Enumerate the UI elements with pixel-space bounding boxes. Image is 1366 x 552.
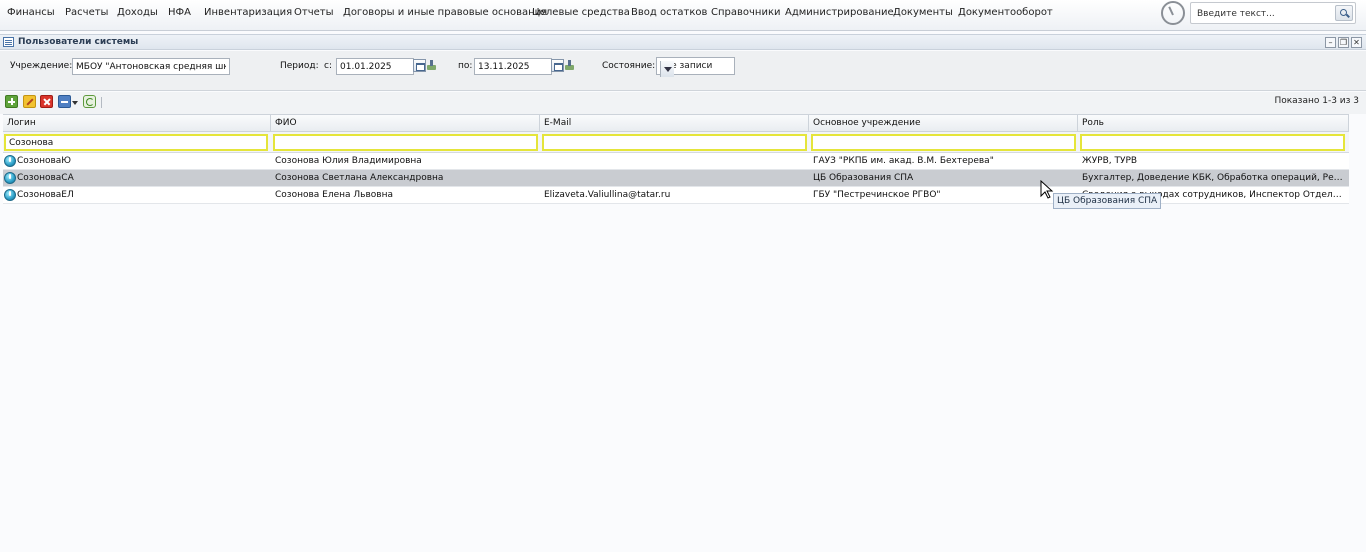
period-to-label: по: — [458, 61, 473, 71]
user-info-icon[interactable] — [4, 189, 16, 201]
cell-fio: Созонова Елена Львовна — [275, 190, 393, 200]
cell-institution: ЦБ Образования СПА — [813, 173, 914, 183]
period-to-field[interactable] — [474, 58, 552, 75]
minimize-button[interactable]: – — [1325, 37, 1336, 48]
cell-fio: Созонова Юлия Владимировна — [275, 156, 422, 166]
cell-institution: ГБУ "Пестречинское РГВО" — [813, 190, 941, 200]
cell-role: ЖУРВ, ТУРВ — [1082, 156, 1138, 166]
menu-item-documents[interactable]: Документы — [893, 7, 953, 18]
list-window-icon — [3, 37, 14, 47]
print-menu-caret-icon[interactable] — [72, 101, 78, 105]
filter-fio-input[interactable] — [273, 134, 538, 151]
cell-email: Elizaveta.Valiullina@tatar.ru — [544, 190, 671, 200]
refresh-icon[interactable] — [83, 95, 96, 108]
clear-date-icon[interactable] — [426, 59, 438, 72]
window-title-bar: Пользователи системы – ❐ ✕ — [0, 34, 1366, 50]
search-icon — [1340, 9, 1347, 16]
restore-button[interactable]: ❐ — [1338, 37, 1349, 48]
chevron-down-icon[interactable] — [660, 61, 674, 77]
menu-item-document-flow[interactable]: Документооборот — [958, 7, 1053, 18]
search-button[interactable] — [1335, 5, 1353, 21]
user-info-icon[interactable] — [4, 172, 16, 184]
menu-item-calculations[interactable]: Расчеты — [65, 7, 108, 18]
close-button[interactable]: ✕ — [1351, 37, 1362, 48]
period-from-label: с: — [324, 61, 332, 71]
column-header-email[interactable]: E-Mail — [540, 115, 809, 132]
period-from-field[interactable] — [336, 58, 414, 75]
state-select[interactable]: Все записи — [656, 57, 735, 77]
menu-item-income[interactable]: Доходы — [117, 7, 158, 18]
cell-fio: Созонова Светлана Александровна — [275, 173, 444, 183]
menu-item-directories[interactable]: Справочники — [711, 7, 781, 18]
filter-role-input[interactable] — [1080, 134, 1345, 151]
cell-login: СозоноваЮ — [17, 156, 72, 166]
column-header-role[interactable]: Роль — [1078, 115, 1349, 132]
clock-icon[interactable] — [1161, 1, 1185, 25]
column-header-institution[interactable]: Основное учреждение — [809, 115, 1078, 132]
window-title: Пользователи системы — [18, 37, 139, 47]
table-row[interactable]: СозоноваСА Созонова Светлана Александров… — [3, 170, 1349, 187]
menu-item-inventory[interactable]: Инвентаризация — [204, 7, 292, 18]
column-header-fio[interactable]: ФИО — [271, 115, 540, 132]
calendar-icon[interactable] — [413, 59, 426, 72]
user-info-icon[interactable] — [4, 155, 16, 167]
global-search — [1190, 2, 1356, 24]
records-count: Показано 1-3 из 3 — [1274, 96, 1359, 106]
period-label: Период: — [280, 61, 319, 71]
grid-toolbar: Показано 1-3 из 3 — [0, 92, 1366, 114]
institution-field[interactable] — [72, 58, 230, 75]
add-icon[interactable] — [5, 95, 18, 108]
menu-item-balances-input[interactable]: Ввод остатков — [631, 7, 707, 18]
cell-role: Бухгалтер, Доведение КБК, Обработка опер… — [1082, 173, 1346, 183]
search-input[interactable] — [1197, 6, 1327, 21]
filter-login-input[interactable] — [4, 134, 268, 151]
filter-email-input[interactable] — [542, 134, 807, 151]
grid-header: Логин ФИО E-Mail Основное учреждение Рол… — [3, 114, 1349, 132]
filter-bar: Учреждение: Период: с: по: Состояние: Вс… — [0, 51, 1366, 91]
menu-item-finance[interactable]: Финансы — [7, 7, 55, 18]
grid-filter-row — [3, 132, 1349, 153]
filter-institution-input[interactable] — [811, 134, 1076, 151]
calendar-icon[interactable] — [551, 59, 564, 72]
menu-item-nfa[interactable]: НФА — [168, 7, 191, 18]
cell-tooltip: ЦБ Образования СПА — [1053, 193, 1162, 209]
column-header-login[interactable]: Логин — [3, 115, 271, 132]
menu-item-reports[interactable]: Отчеты — [294, 7, 333, 18]
institution-label: Учреждение: — [10, 61, 73, 71]
toolbar-divider — [101, 97, 102, 108]
cell-login: СозоноваСА — [17, 173, 74, 183]
cell-login: СозоноваЕЛ — [17, 190, 74, 200]
edit-icon[interactable] — [23, 95, 36, 108]
delete-icon[interactable] — [40, 95, 53, 108]
menu-item-contracts[interactable]: Договоры и иные правовые основания — [343, 7, 547, 18]
cell-institution: ГАУЗ "РКПБ им. акад. В.М. Бехтерева" — [813, 156, 994, 166]
print-icon[interactable] — [58, 95, 71, 108]
clear-date-icon[interactable] — [564, 59, 576, 72]
menu-item-target-funds[interactable]: Целевые средства — [532, 7, 630, 18]
table-row[interactable]: СозоноваЮ Созонова Юлия Владимировна ГАУ… — [3, 153, 1349, 170]
main-menu-bar: Финансы Расчеты Доходы НФА Инвентаризаци… — [0, 0, 1366, 31]
state-label: Состояние: — [602, 61, 656, 71]
menu-item-administration[interactable]: Администрирование — [785, 7, 894, 18]
